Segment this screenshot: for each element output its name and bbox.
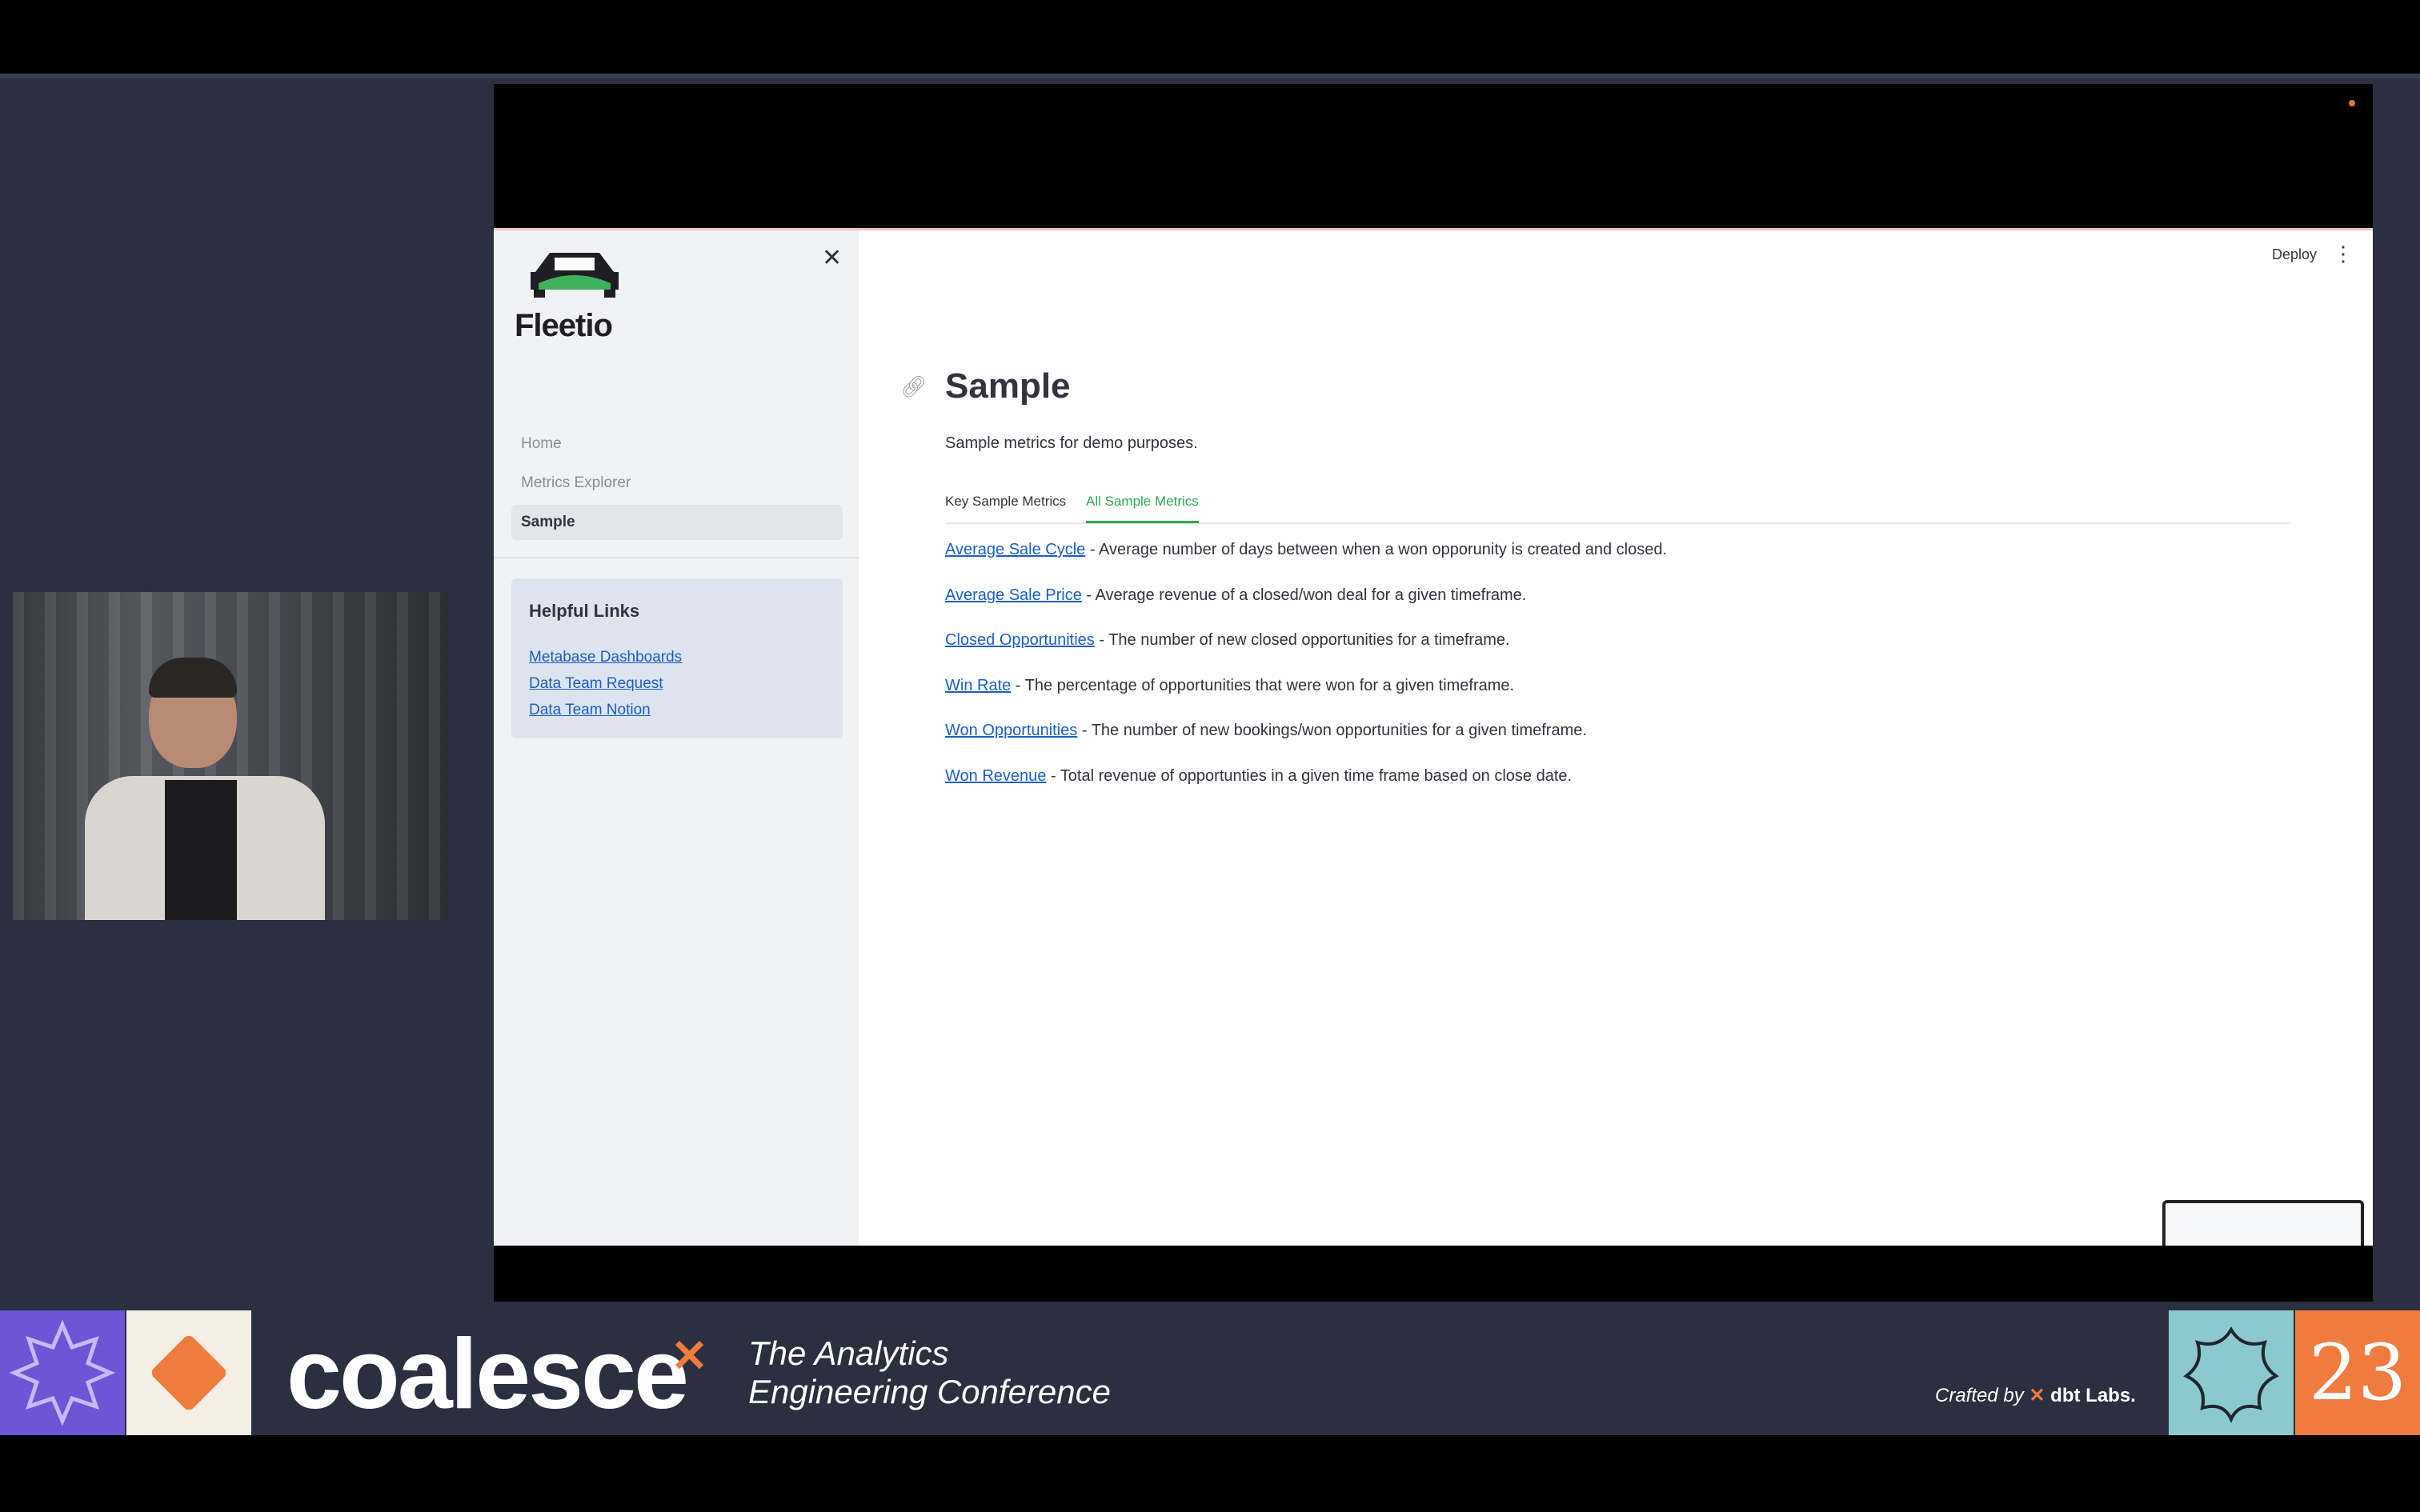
metric-link-win-rate[interactable]: Win Rate [945,677,1011,694]
list-item: Won Opportunities - The number of new bo… [945,722,1667,767]
tab-key-sample-metrics[interactable]: Key Sample Metrics [945,490,1066,521]
coalesce-wordmark: coalesce [286,1319,689,1430]
metric-description: - Average number of days between when a … [1085,541,1668,558]
page-title: Sample [945,366,1071,406]
streamlit-app: ✕ Fleetio Home Metrics Explorer Sample H… [494,228,2373,1248]
main-content: Deploy ⋮ 🔗︎ Sample Sample metrics for de… [859,230,2373,1248]
metric-description: - The number of new closed opportunities… [1094,631,1510,650]
list-item: Average Sale Price - Average revenue of … [945,586,1667,632]
metrics-list: Average Sale Cycle - Average number of d… [945,541,1667,813]
recording-indicator [2349,100,2355,106]
helpful-links-title: Helpful Links [529,601,640,621]
teal-star-tile [2169,1310,2294,1435]
deploy-button[interactable]: Deploy [2272,246,2317,263]
fleetio-logo-text: Fleetio [515,308,613,343]
metric-description: - Total revenue of opportunties in a giv… [1046,766,1573,785]
tagline-line-2: Engineering Conference [748,1373,1111,1410]
wavy-star-icon [2183,1326,2279,1423]
crafted-by-text: Crafted by [1935,1385,2024,1406]
list-item: Average Sale Cycle - Average number of d… [945,541,1667,586]
speaker [61,640,349,920]
tagline-line-1: The Analytics [748,1334,949,1372]
dbt-x-icon: ✕ [2029,1385,2045,1406]
link-data-team-notion[interactable]: Data Team Notion [529,697,682,723]
coalesce-x-icon: ✕ [671,1330,708,1381]
metric-link-closed-opportunities[interactable]: Closed Opportunities [945,631,1095,649]
browser-bottom-bar [494,1246,2373,1302]
tab-all-sample-metrics[interactable]: All Sample Metrics [1086,490,1199,523]
link-data-team-request[interactable]: Data Team Request [529,670,682,697]
speaker-shirt [165,780,237,920]
presenter-screen-preview [2162,1200,2364,1249]
anchor-link-icon[interactable]: 🔗︎ [900,374,927,399]
orange-diamond-tile [126,1310,251,1435]
speaker-hair [149,658,237,698]
starburst-icon [9,1319,116,1426]
metric-description: - The percentage of opportunities that w… [1011,676,1515,694]
list-item: Won Revenue - Total revenue of opportunt… [945,767,1667,813]
diamond-icon [149,1333,229,1413]
sidebar-item-metrics-explorer[interactable]: Metrics Explorer [511,466,843,501]
dbt-labs-text: dbt Labs. [2050,1385,2136,1406]
metric-link-won-opportunities[interactable]: Won Opportunities [945,722,1077,739]
metric-link-won-revenue[interactable]: Won Revenue [945,767,1046,785]
conference-tagline: The Analytics Engineering Conference [748,1334,1111,1411]
year-tile: 23 [2295,1310,2420,1435]
sidebar-item-home[interactable]: Home [511,426,843,462]
sidebar-divider [494,557,859,558]
crafted-by-label: Crafted by ✕ dbt Labs. [1935,1384,2136,1407]
more-vertical-icon[interactable]: ⋮ [2333,243,2354,264]
metric-description: - Average revenue of a closed/won deal f… [1081,586,1527,604]
link-metabase-dashboards[interactable]: Metabase Dashboards [529,644,682,670]
stage-top-line [0,74,2420,78]
helpful-links-list: Metabase Dashboards Data Team Request Da… [529,644,682,723]
sidebar: ✕ Fleetio Home Metrics Explorer Sample H… [494,230,859,1248]
list-item: Win Rate - The percentage of opportuniti… [945,677,1667,722]
metric-link-average-sale-cycle[interactable]: Average Sale Cycle [945,541,1085,558]
sidebar-nav: Home Metrics Explorer Sample [511,426,843,544]
helpful-links-box: Helpful Links Metabase Dashboards Data T… [511,578,843,738]
browser-top-bar [494,84,2373,228]
close-icon[interactable]: ✕ [822,246,842,270]
speaker-video [13,592,448,920]
page-subtitle: Sample metrics for demo purposes. [945,434,1198,452]
tab-bar: Key Sample Metrics All Sample Metrics [945,490,2290,524]
metric-link-average-sale-price[interactable]: Average Sale Price [945,586,1082,604]
sidebar-item-sample[interactable]: Sample [511,505,843,540]
metric-description: - The number of new bookings/won opportu… [1077,722,1587,740]
list-item: Closed Opportunities - The number of new… [945,631,1667,677]
purple-star-tile [0,1310,125,1435]
